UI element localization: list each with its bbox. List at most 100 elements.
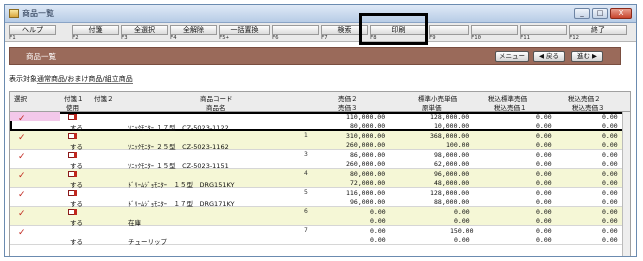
- fkey-10-button[interactable]: [471, 25, 518, 35]
- check-icon[interactable]: ✓: [18, 190, 26, 200]
- tag-icon[interactable]: [68, 152, 77, 158]
- check-icon[interactable]: ✓: [18, 171, 26, 181]
- filter-label: 表示対象: [9, 75, 37, 83]
- fkey-number: F9: [429, 35, 436, 41]
- bulk-replace-button[interactable]: 一括置換: [219, 25, 270, 35]
- fkey-number: F12: [569, 35, 579, 41]
- tax-price2: 0.00: [602, 189, 618, 197]
- price2: 110,000.00: [346, 113, 386, 121]
- table-row[interactable]: 4 ✓ する ﾄﾞﾘｰﾑｼﾞｮﾓﾆﾀｰ １５型 DRG151KY 80,000.…: [10, 169, 630, 189]
- back-button[interactable]: ◀ 戻る: [533, 51, 565, 62]
- price3: 96,000.00: [350, 198, 386, 206]
- tag-icon[interactable]: [68, 190, 77, 196]
- price3: 0.00: [370, 236, 386, 244]
- window-title: 商品一覧: [22, 9, 54, 18]
- use-label: する: [70, 238, 83, 246]
- row-number: 6: [304, 208, 308, 215]
- tax-std-price: 0.00: [536, 227, 552, 235]
- deselect-all-button[interactable]: 全解除: [170, 25, 217, 35]
- sticky-note-button[interactable]: 付箋: [72, 25, 119, 35]
- check-icon[interactable]: ✓: [18, 152, 26, 162]
- header-use: 使用: [66, 104, 79, 112]
- main-window: 商品一覧 _ □ X ヘルプ F1 付箋 F2 全選択 F3 全解除 F4 一括…: [4, 4, 637, 257]
- minimize-button[interactable]: _: [574, 8, 590, 19]
- close-button[interactable]: X: [610, 8, 632, 19]
- fkey-9-button[interactable]: [429, 25, 469, 35]
- table-row[interactable]: 5 ✓ する ﾄﾞﾘｰﾑｼﾞｮﾓﾆﾀｰ １７型 DRG171KY 116,000…: [10, 188, 630, 208]
- highlight-box: [359, 13, 428, 45]
- maximize-button[interactable]: □: [592, 8, 608, 19]
- tax-std-price: 0.00: [536, 132, 552, 140]
- select-all-button[interactable]: 全選択: [121, 25, 168, 35]
- check-icon[interactable]: ✓: [18, 209, 26, 219]
- fkey-6-button[interactable]: [272, 25, 319, 35]
- retail-price: 98,000.00: [434, 151, 470, 159]
- tax-price3: 0.00: [602, 122, 618, 130]
- check-icon[interactable]: ✓: [18, 228, 26, 238]
- cost-price: 0.00: [454, 217, 470, 225]
- tax-std-price: 0.00: [536, 208, 552, 216]
- window-controls: _ □ X: [574, 8, 632, 19]
- filter-select[interactable]: 通常商品/おまけ商品/組立商品: [37, 75, 133, 84]
- retail-price: 128,000.00: [430, 113, 470, 121]
- tax-std-price: 0.00: [536, 189, 552, 197]
- row-number: 3: [304, 151, 308, 158]
- tax-price1: 0.00: [536, 141, 552, 149]
- header-tax-price3: 税込売価３: [572, 104, 605, 112]
- table-row[interactable]: ✓ する ｿﾆｯｸﾓﾆﾀｰ １７型 CZ-5023-1122 110,000.0…: [10, 112, 630, 132]
- header-price3: 売価３: [338, 104, 358, 112]
- tax-std-price: 0.00: [536, 170, 552, 178]
- tax-price2: 0.00: [602, 170, 618, 178]
- section-header: 商品一覧 メニュー ◀ 戻る 進む ▶: [9, 47, 621, 65]
- tag-icon[interactable]: [68, 171, 77, 177]
- function-key-bar: ヘルプ F1 付箋 F2 全選択 F3 全解除 F4 一括置換 F5+ F6 検…: [5, 23, 636, 42]
- retail-price: 0.00: [454, 208, 470, 216]
- tax-price2: 0.00: [602, 227, 618, 235]
- fkey-11-button[interactable]: [520, 25, 567, 35]
- tax-price1: 0.00: [536, 217, 552, 225]
- filter-row: 表示対象通常商品/おまけ商品/組立商品: [9, 74, 133, 84]
- fkey-number: F7: [321, 35, 328, 41]
- header-cost: 原単価: [422, 104, 442, 112]
- tax-price1: 0.00: [536, 198, 552, 206]
- product-name: チューリップ: [128, 238, 167, 246]
- table-row[interactable]: 3 ✓ する ｿﾆｯｸﾓﾆﾀｰ １５型 CZ-5023-1151 86,000.…: [10, 150, 630, 170]
- tag-icon[interactable]: [68, 133, 77, 139]
- exit-button[interactable]: 終了: [569, 25, 627, 35]
- section-title: 商品一覧: [26, 51, 56, 61]
- tag-icon[interactable]: [68, 114, 77, 120]
- price3: 80,000.00: [350, 122, 386, 130]
- table-row[interactable]: 7 ✓ する チューリップ 0.00 0.00 150.00 0.00 0.00…: [10, 226, 630, 246]
- tax-std-price: 0.00: [536, 113, 552, 121]
- cost-price: 48,000.00: [434, 179, 470, 187]
- retail-price: 128,000.00: [430, 189, 470, 197]
- tax-std-price: 0.00: [536, 151, 552, 159]
- price2: 86,000.00: [350, 151, 386, 159]
- retail-price: 150.00: [450, 227, 474, 235]
- table-row[interactable]: 6 ✓ する 在庫 0.00 0.00 0.00 0.00 0.00 0.00 …: [10, 207, 630, 227]
- retail-price: 96,000.00: [434, 170, 470, 178]
- tax-price2: 0.00: [602, 151, 618, 159]
- row-number: 5: [304, 189, 308, 196]
- menu-button[interactable]: メニュー: [495, 51, 529, 62]
- price2: 0.00: [370, 227, 386, 235]
- vertical-scrollbar[interactable]: [622, 112, 630, 256]
- tax-price1: 0.00: [536, 122, 552, 130]
- next-button[interactable]: 進む ▶: [571, 51, 603, 62]
- price3: 0.00: [370, 217, 386, 225]
- help-button[interactable]: ヘルプ: [9, 25, 56, 35]
- title-bar: 商品一覧 _ □ X: [5, 5, 636, 23]
- tag-icon[interactable]: [68, 209, 77, 215]
- fkey-number: F10: [471, 35, 481, 41]
- row-number: 4: [304, 170, 308, 177]
- check-icon[interactable]: ✓: [18, 133, 26, 143]
- table-row[interactable]: 1 ✓ する ｿﾆｯｸﾓﾆﾀｰ ２５型 CZ-5023-1162 310,000…: [10, 131, 630, 151]
- fkey-number: F4: [170, 35, 177, 41]
- app-icon: [9, 9, 19, 18]
- cost-price: 62,000.00: [434, 160, 470, 168]
- header-tag2: 付箋２: [94, 95, 114, 103]
- cost-price: 88,000.00: [434, 198, 470, 206]
- check-icon[interactable]: ✓: [18, 114, 26, 124]
- tax-price3: 0.00: [602, 236, 618, 244]
- price2: 310,000.00: [346, 132, 386, 140]
